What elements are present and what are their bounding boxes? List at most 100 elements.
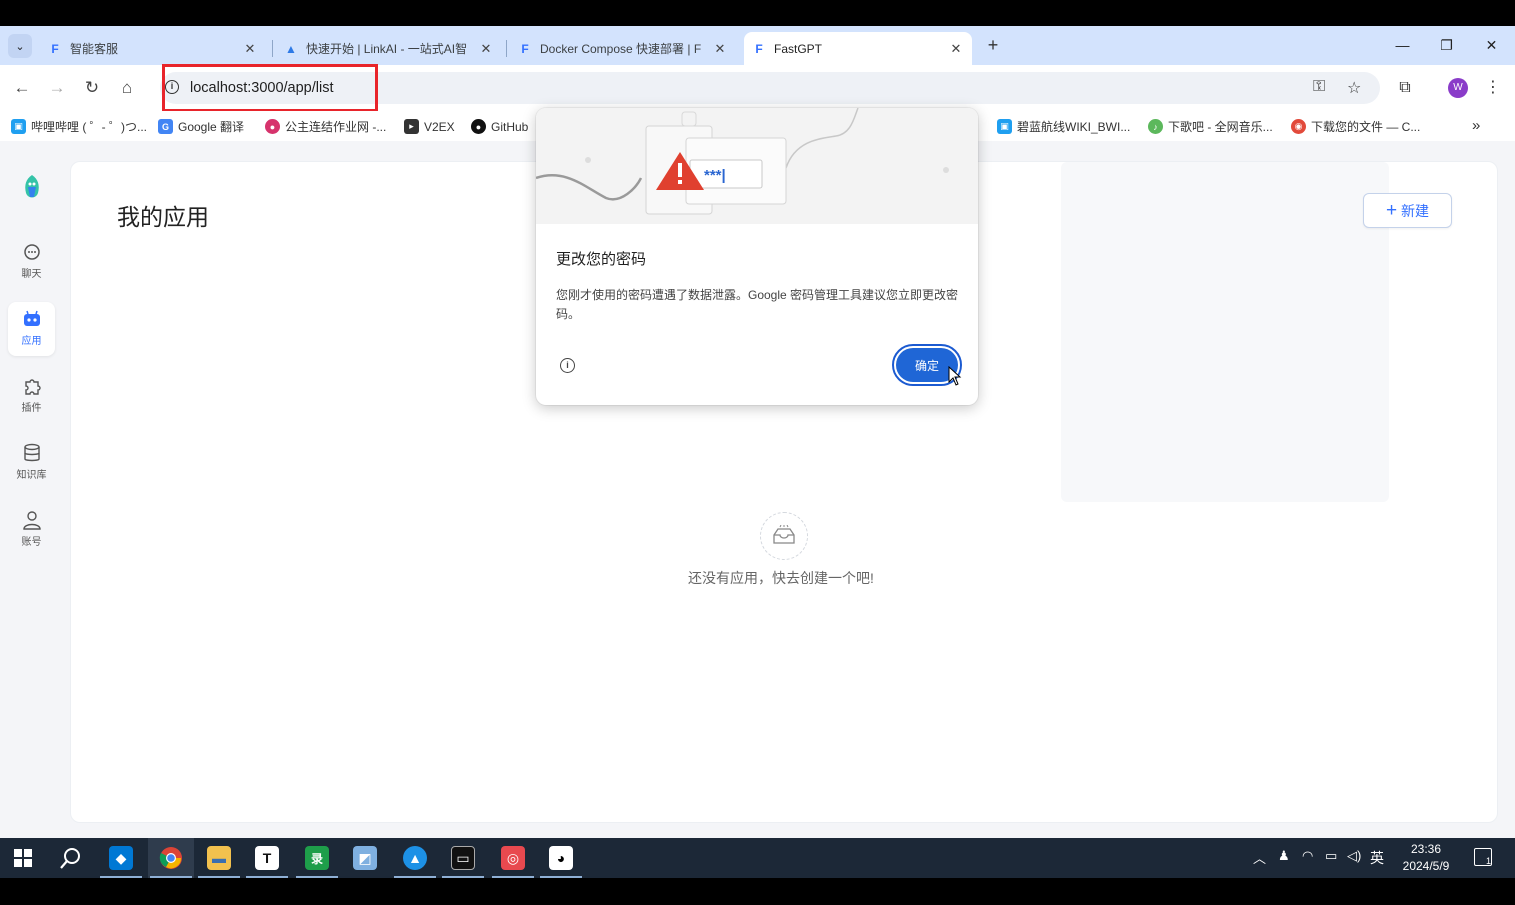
forward-button[interactable]: → <box>45 76 69 100</box>
sidebar-item-label: 聊天 <box>21 269 42 280</box>
tab-separator <box>506 40 507 57</box>
bookmark-download-file[interactable]: ◉ 下载您的文件 — C... <box>1291 118 1420 135</box>
page-title: 我的应用 <box>117 204 209 230</box>
minimize-button[interactable]: — <box>1380 32 1425 60</box>
close-window-button[interactable]: ✕ <box>1469 32 1514 60</box>
dialog-title: 更改您的密码 <box>556 251 647 268</box>
v2ex-icon: ▸ <box>404 119 419 134</box>
close-icon[interactable]: ✕ <box>712 41 728 57</box>
bookmark-label: 碧蓝航线WIKI_BWI... <box>1017 120 1131 134</box>
bookmark-label: 哔哩哔哩 ( ゜- ゜)つ... <box>31 120 147 134</box>
sidebar-item-label: 应用 <box>21 336 42 347</box>
new-app-label: 新建 <box>1401 202 1430 219</box>
bookmarks-overflow-icon[interactable]: » <box>1472 117 1480 134</box>
system-clock[interactable]: 23:36 2024/5/9 <box>1394 841 1458 875</box>
ime-indicator[interactable]: 英 <box>1370 848 1384 868</box>
tab-3[interactable]: F Docker Compose 快速部署 | F ✕ <box>510 32 736 65</box>
recorder-icon: 录 <box>305 846 329 870</box>
home-button[interactable]: ⌂ <box>115 76 139 100</box>
tray-app-icon[interactable]: ♟ <box>1278 848 1290 864</box>
database-icon <box>8 442 55 464</box>
sidebar-item-label: 插件 <box>21 403 42 414</box>
taskbar-docker[interactable]: ▲ <box>392 838 438 878</box>
tab-title: FastGPT <box>774 41 823 56</box>
taskbar-recorder[interactable]: 录 <box>294 838 340 878</box>
extensions-icon[interactable]: ⧉ <box>1393 76 1417 100</box>
back-button[interactable]: ← <box>10 76 34 100</box>
tray-overflow-chevron-icon[interactable]: ︿ <box>1253 848 1266 867</box>
taskbar-vscode[interactable]: ◆ <box>98 838 144 878</box>
password-warning-illustration: ***| <box>536 108 978 224</box>
sidebar: 聊天 应用 插件 知识库 账号 <box>0 141 64 838</box>
tab-4-active[interactable]: F FastGPT ✕ <box>744 32 972 65</box>
chat-icon <box>8 241 55 263</box>
sidebar-item-knowledge[interactable]: 知识库 <box>8 436 55 490</box>
taskbar-terminal[interactable]: ▭ <box>440 838 486 878</box>
sidebar-item-plugins[interactable]: 插件 <box>8 369 55 423</box>
qq-penguin-icon: ◕ <box>549 846 573 870</box>
sidebar-item-account[interactable]: 账号 <box>8 503 55 557</box>
menu-kebab-icon[interactable]: ⋮ <box>1481 76 1505 100</box>
search-button[interactable] <box>48 838 94 878</box>
bookmark-v2ex[interactable]: ▸ V2EX <box>404 118 455 135</box>
mouse-cursor-icon <box>948 366 962 386</box>
start-button[interactable] <box>0 838 46 878</box>
sidebar-item-label: 账号 <box>21 537 42 548</box>
sidebar-item-apps[interactable]: 应用 <box>8 302 55 356</box>
battery-icon[interactable]: ▭ <box>1325 848 1337 864</box>
profile-avatar[interactable]: W <box>1448 78 1468 98</box>
bookmark-pcr[interactable]: ● 公主连结作业网 -... <box>265 118 386 135</box>
sidebar-item-chat[interactable]: 聊天 <box>8 235 55 289</box>
bookmark-label: 公主连结作业网 -... <box>285 120 387 134</box>
info-icon[interactable]: i <box>560 358 575 373</box>
taskbar-file-explorer[interactable]: ▬ <box>196 838 242 878</box>
bookmark-label: GitHub <box>491 119 529 134</box>
fastgpt-logo-icon[interactable] <box>20 173 44 201</box>
close-icon[interactable]: ✕ <box>242 41 258 57</box>
bookmark-star-icon[interactable]: ☆ <box>1347 78 1361 98</box>
chevron-down-icon: ⌄ <box>15 40 25 53</box>
plus-icon: + <box>1385 200 1398 221</box>
volume-icon[interactable]: ◁) <box>1347 848 1361 864</box>
taskbar-netease-music[interactable]: ◎ <box>490 838 536 878</box>
translate-icon: G <box>158 119 173 134</box>
tab-2[interactable]: ▲ 快速开始 | LinkAI - 一站式AI智 ✕ <box>276 32 502 65</box>
fastgpt-favicon-icon: F <box>51 41 59 56</box>
taskbar-chrome[interactable] <box>148 838 194 878</box>
bookmark-github[interactable]: ● GitHub <box>471 118 528 135</box>
fastgpt-favicon-icon: F <box>755 41 763 56</box>
close-icon[interactable]: ✕ <box>478 41 494 57</box>
new-tab-button[interactable]: + <box>983 34 1003 58</box>
taskbar-notes[interactable]: ◩ <box>342 838 388 878</box>
bookmark-label: 下载您的文件 — C... <box>1311 120 1421 134</box>
background-ghost <box>1061 162 1389 502</box>
tab-1[interactable]: F 智能客服 ✕ <box>40 32 266 65</box>
password-key-icon[interactable]: ⚿ <box>1313 78 1325 96</box>
empty-state-text: 还没有应用，快去创建一个吧! <box>688 570 874 586</box>
tab-search-button[interactable]: ⌄ <box>8 34 32 58</box>
taskbar-qq[interactable]: ◕ <box>538 838 584 878</box>
folder-icon: ▬ <box>207 846 231 870</box>
bookmark-google-translate[interactable]: G Google 翻译 <box>158 118 244 135</box>
bilibili-icon: ▣ <box>997 119 1012 134</box>
bookmark-xiage[interactable]: ♪ 下歌吧 - 全网音乐... <box>1148 118 1273 135</box>
empty-box-icon <box>760 512 808 560</box>
user-icon <box>8 509 55 531</box>
notification-center-icon[interactable]: 1 <box>1474 848 1492 866</box>
search-icon <box>60 848 80 869</box>
restore-button[interactable]: ❐ <box>1424 32 1469 60</box>
typora-icon: T <box>255 846 279 870</box>
bookmark-label: V2EX <box>424 119 455 134</box>
reload-button[interactable]: ↻ <box>80 76 104 100</box>
wifi-icon[interactable]: ◠ <box>1302 848 1313 864</box>
taskbar-typora[interactable]: T <box>244 838 290 878</box>
chrome-icon <box>159 847 182 869</box>
tab-title: 智能客服 <box>70 42 119 56</box>
new-app-button[interactable]: + 新建 <box>1363 193 1452 228</box>
bookmark-azurlane-wiki[interactable]: ▣ 碧蓝航线WIKI_BWI... <box>997 118 1130 135</box>
bookmark-bilibili[interactable]: ▣ 哔哩哔哩 ( ゜- ゜)つ... <box>11 118 147 135</box>
close-icon[interactable]: ✕ <box>948 41 964 57</box>
puzzle-icon <box>8 375 55 397</box>
notes-icon: ◩ <box>353 846 377 870</box>
download-site-icon: ◉ <box>1291 119 1306 134</box>
